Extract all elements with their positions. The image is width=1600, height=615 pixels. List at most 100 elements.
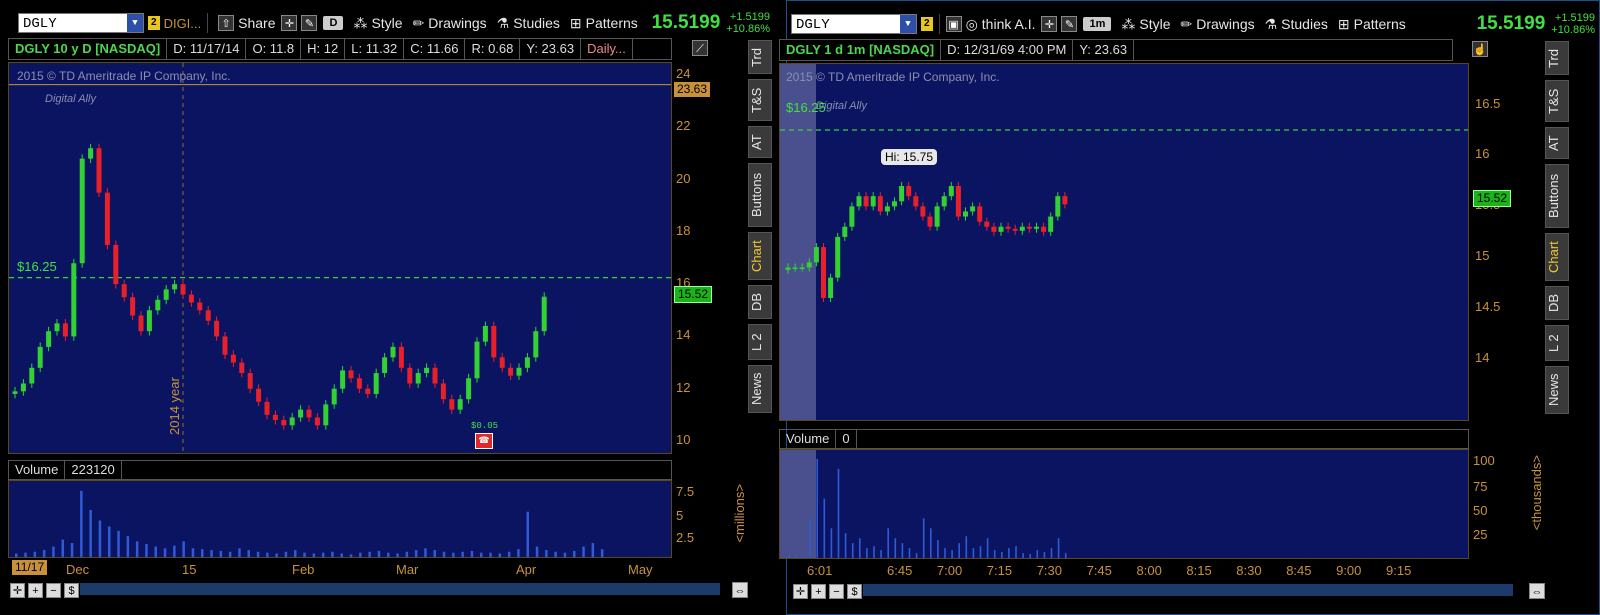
tab-db[interactable]: DB	[748, 285, 772, 319]
dollar-icon[interactable]: $	[64, 582, 79, 598]
zoom-out-icon[interactable]: −	[46, 582, 61, 598]
volume-bar	[135, 541, 139, 557]
tab-l2[interactable]: L 2	[1545, 325, 1569, 361]
price-line-label: $16.25	[17, 259, 57, 274]
right-symbol-input[interactable]: DGLY ▼	[791, 14, 917, 34]
earnings-icon[interactable]: ☎	[475, 433, 493, 449]
candle-body	[508, 367, 514, 376]
zoom-out-icon[interactable]: −	[829, 583, 844, 599]
candle-body	[1048, 216, 1054, 232]
candle-body	[806, 262, 812, 268]
chart-settings-icon[interactable]: ⟋	[692, 40, 708, 56]
hdr-high: H: 12	[301, 39, 346, 59]
tab-at[interactable]: AT	[1545, 127, 1569, 159]
left-chart-header: DGLY 10 y D [NASDAQ] D: 11/17/14 O: 11.8…	[8, 38, 672, 60]
candle-body	[828, 277, 834, 298]
drawings-button[interactable]: ✏ Drawings	[1181, 16, 1255, 33]
candle-body	[516, 367, 522, 376]
share-button[interactable]: ⇧ Share	[218, 15, 275, 31]
link-badge[interactable]: 2	[148, 16, 160, 30]
price-line-label: $16.25	[786, 100, 826, 115]
candle-body	[205, 310, 211, 321]
wrench-icon[interactable]: ✎	[1061, 16, 1078, 32]
candle-body	[432, 367, 438, 384]
x-tick: 7:30	[1036, 563, 1062, 578]
chevron-down-icon[interactable]: ▼	[127, 14, 143, 32]
candle-body	[491, 325, 497, 358]
studies-button[interactable]: ⚗ Studies	[497, 15, 560, 32]
link-badge[interactable]: 2	[921, 17, 933, 31]
candle-body	[264, 401, 270, 415]
zoom-in-icon[interactable]: +	[811, 583, 826, 599]
candle-body	[984, 221, 990, 227]
candle-body	[138, 315, 144, 332]
x-tick: 9:00	[1336, 563, 1362, 578]
tab-news[interactable]: News	[748, 365, 772, 413]
price-change: +1.5199 +10.86%	[1551, 12, 1595, 36]
patterns-button[interactable]: ⊞ Patterns	[1338, 16, 1406, 33]
left-toolbar: DGLY ▼ 2 DIGI... ⇧ Share ✛ ✎ D ⁂ Style ✏ Draw…	[0, 8, 770, 38]
candle-body	[348, 370, 354, 379]
right-price-plot[interactable]: 2015 © TD Ameritrade IP Company, Inc. Di…	[779, 63, 1469, 421]
pan-icon[interactable]: ✛	[10, 582, 25, 598]
tab-ts[interactable]: T&S	[748, 79, 772, 121]
aggregation-button[interactable]: D	[323, 16, 344, 30]
tab-trd[interactable]: Trd	[748, 40, 772, 74]
candle-body	[821, 247, 826, 298]
tab-trd[interactable]: Trd	[1545, 41, 1569, 75]
tab-at[interactable]: AT	[748, 126, 772, 158]
y-tick: 16	[1475, 146, 1490, 162]
right-volume-plot[interactable]	[779, 449, 1469, 559]
candle-body	[272, 414, 278, 421]
aggregation-button[interactable]: 1m	[1083, 17, 1112, 31]
volume-bar	[1029, 554, 1031, 558]
volume-bar	[1036, 550, 1039, 558]
patterns-button[interactable]: ⊞ Patterns	[570, 15, 638, 32]
cursor-mode-icon[interactable]: ☝	[1472, 41, 1488, 57]
tab-chart[interactable]: Chart	[748, 232, 772, 280]
candle-body	[1005, 226, 1011, 229]
zoom-in-icon[interactable]: +	[28, 582, 43, 598]
candle-body	[306, 409, 312, 418]
drawings-button[interactable]: ✏ Drawings	[413, 15, 487, 32]
hdr-period[interactable]: Daily...	[581, 39, 633, 59]
patterns-icon: ⊞	[1337, 15, 1350, 32]
chevron-down-icon[interactable]: ▼	[900, 15, 916, 33]
expand-icon[interactable]: ⇔	[1529, 583, 1545, 599]
candle-body	[466, 378, 472, 400]
pan-icon[interactable]: ✛	[793, 583, 808, 599]
style-button[interactable]: ⁂ Style	[353, 15, 402, 32]
tab-ts[interactable]: T&S	[1545, 80, 1569, 122]
wrench-icon[interactable]: ✎	[301, 15, 318, 31]
candle-body	[970, 206, 976, 212]
think-ai-button[interactable]: ◎ think A.I.	[966, 16, 1036, 33]
style-button[interactable]: ⁂ Style	[1121, 16, 1170, 33]
tab-db[interactable]: DB	[1545, 286, 1569, 320]
volume-bar	[972, 548, 975, 558]
left-symbol-input[interactable]: DGLY ▼	[18, 13, 144, 33]
dollar-icon[interactable]: $	[847, 583, 862, 599]
tab-buttons[interactable]: Buttons	[748, 163, 772, 227]
candle-body	[1012, 228, 1018, 231]
left-scrollbar[interactable]	[80, 583, 720, 595]
tab-l2[interactable]: L 2	[748, 324, 772, 360]
volume-bar	[480, 552, 483, 557]
cursor-date-tag: 11/17	[12, 560, 48, 575]
crosshair-icon[interactable]: ✛	[1041, 16, 1058, 32]
studies-button[interactable]: ⚗ Studies	[1265, 16, 1328, 33]
expand-icon[interactable]: ⇔	[732, 582, 748, 598]
pencil-icon: ✏	[1180, 15, 1193, 32]
tab-news[interactable]: News	[1545, 366, 1569, 414]
screenshot-icon[interactable]: ▣	[945, 16, 962, 32]
x-tick: 8:15	[1186, 563, 1212, 578]
left-volume-plot[interactable]	[8, 480, 672, 558]
right-scrollbar[interactable]	[863, 584, 1513, 596]
y-tick: 20	[676, 170, 691, 186]
volume-bar	[154, 546, 157, 557]
left-price-plot[interactable]: 2015 © TD Ameritrade IP Company, Inc. Di…	[8, 62, 672, 454]
tab-buttons[interactable]: Buttons	[1545, 164, 1569, 228]
volume-bar	[182, 541, 185, 557]
candle-body	[1062, 196, 1068, 205]
tab-chart[interactable]: Chart	[1545, 233, 1569, 281]
crosshair-icon[interactable]: ✛	[281, 15, 298, 31]
